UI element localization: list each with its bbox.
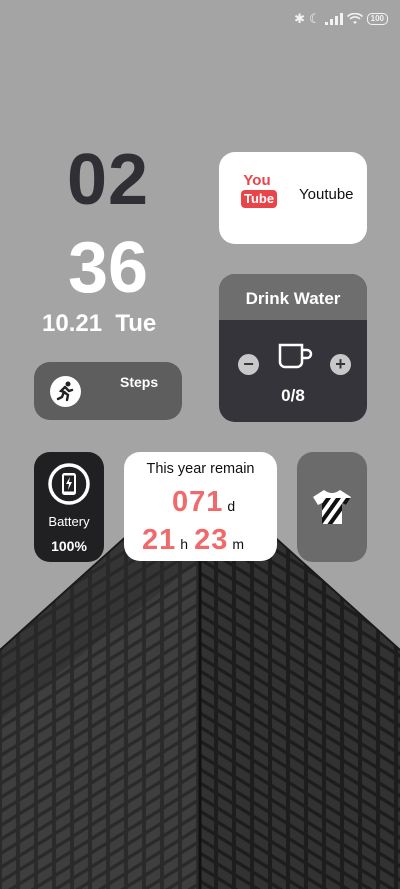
hours-value: 21 — [142, 524, 177, 556]
youtube-logo-tube: Tube — [241, 190, 278, 208]
youtube-label: Youtube — [299, 186, 354, 203]
building-wallpaper — [0, 0, 400, 889]
battery-value: 100% — [51, 538, 87, 554]
minutes-value: 23 — [194, 524, 229, 556]
phone-charging-icon — [48, 463, 90, 505]
cup-icon — [278, 343, 313, 369]
youtube-icon: You Tube — [241, 172, 278, 208]
days-remaining: 071 d — [172, 486, 241, 519]
steps-label: Steps — [120, 374, 159, 390]
year-remain-widget[interactable]: This year remain 071 d 21 h 23 m — [124, 452, 277, 561]
water-minus-button[interactable]: − — [238, 354, 259, 375]
clock-hour[interactable]: 02 — [58, 140, 158, 220]
youtube-logo-you: You — [243, 172, 271, 189]
bluetooth-icon: ✱ — [294, 11, 305, 26]
shirt-widget[interactable] — [297, 452, 367, 562]
days-unit: d — [227, 498, 236, 514]
drink-water-widget[interactable]: Drink Water − + 0/8 — [219, 274, 367, 422]
wifi-icon — [346, 13, 363, 24]
minutes-unit: m — [232, 536, 244, 552]
drink-water-title: Drink Water — [219, 274, 367, 320]
water-count: 0/8 — [281, 386, 305, 405]
battery-icon: 100 — [366, 13, 388, 25]
battery-widget[interactable]: Battery 100% — [34, 452, 104, 562]
battery-label: Battery — [48, 514, 90, 529]
signal-icon — [324, 13, 343, 25]
status-bar: ✱ ☾ 100 — [294, 10, 388, 28]
youtube-widget[interactable]: You Tube Youtube — [219, 152, 367, 244]
clock-date[interactable]: 10.21 Tue — [42, 310, 156, 338]
clock-minute[interactable]: 36 — [58, 228, 158, 308]
year-remain-title: This year remain — [146, 461, 255, 477]
running-icon — [50, 376, 81, 407]
shirt-icon — [313, 490, 351, 524]
steps-widget[interactable]: Steps — [34, 362, 182, 420]
days-value: 071 — [172, 486, 224, 518]
moon-icon: ☾ — [308, 11, 321, 26]
hours-unit: h — [180, 536, 189, 552]
water-plus-button[interactable]: + — [330, 354, 351, 375]
hours-minutes-remaining: 21 h 23 m — [142, 524, 250, 557]
